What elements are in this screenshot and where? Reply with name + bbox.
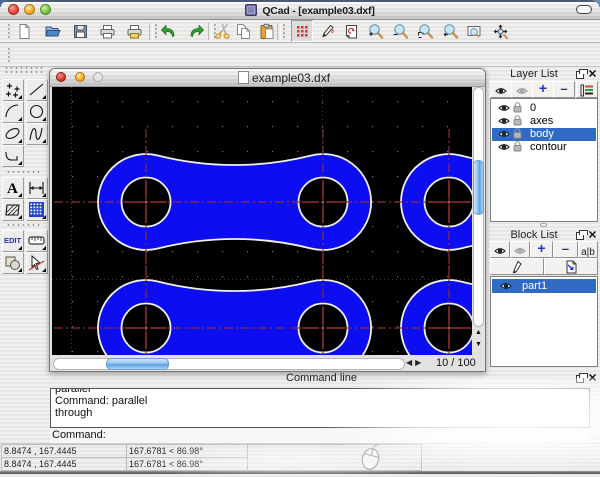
svg-text:EDIT: EDIT bbox=[4, 236, 22, 245]
svg-text:A: A bbox=[7, 181, 18, 197]
